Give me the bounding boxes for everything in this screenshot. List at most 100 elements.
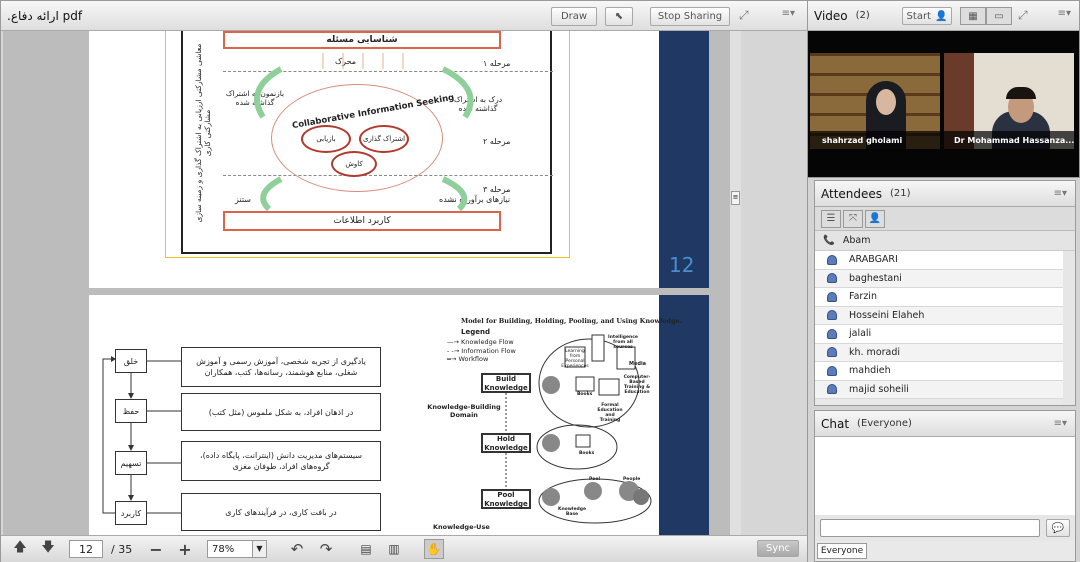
video-pod: Video (2) Start 👤 ▦ ▭ ⤢ ≡▾ shahrzad ghola… — [807, 0, 1080, 178]
list-item[interactable]: jalali — [815, 325, 1063, 344]
slide-side-stripe — [659, 31, 709, 288]
chat-input[interactable] — [820, 519, 1040, 537]
video-tile[interactable]: Dr Mohammad Hassanza... — [944, 53, 1074, 149]
video-header: Video (2) Start 👤 ▦ ▭ ⤢ ≡▾ — [808, 1, 1079, 31]
attendee-scrollbar-thumb[interactable]: ≡ — [1064, 341, 1074, 355]
pointer-icon: ⬉ — [614, 11, 624, 22]
single-page-icon[interactable]: ▤ — [357, 540, 375, 558]
list-item[interactable]: ARABGARI — [815, 251, 1063, 270]
green-arrows — [254, 53, 474, 212]
stop-sharing-button[interactable]: Stop Sharing — [650, 7, 730, 26]
pod-menu-icon[interactable]: ≡▾ — [782, 8, 795, 19]
speech-bubble-icon: 💬 — [1051, 522, 1065, 534]
fullscreen-icon[interactable]: ⤢ — [1018, 8, 1028, 23]
list-item[interactable]: kh. moradi — [815, 343, 1063, 362]
chat-tab[interactable]: Everyone — [817, 543, 867, 559]
source-label: Learning from Personal Experiences — [561, 349, 589, 369]
start-webcam-button[interactable]: Start 👤 — [902, 7, 952, 25]
source-label: Books — [577, 392, 593, 397]
send-message-button[interactable]: 💬 — [1046, 519, 1070, 537]
video-caption: shahrzad gholami — [810, 131, 940, 149]
video-area: shahrzad gholami Dr Mohammad Hassanza... — [808, 31, 1079, 177]
attendee-list: ARABGARI baghestani Farzin Hosseini Elah… — [815, 251, 1075, 405]
attendees-title: Attendees — [821, 186, 883, 201]
source-label: Formal Education and Training — [597, 403, 623, 423]
attendees-toolbar: ☰ ⤧ 👤 — [815, 207, 1075, 231]
person-icon — [827, 273, 837, 284]
video-title: Video — [814, 8, 848, 23]
pointer-tool-button[interactable]: ⬉ — [605, 7, 633, 26]
file-name: .ارائه دفاع pdf — [7, 8, 83, 23]
fullscreen-icon[interactable]: ⤢ — [739, 8, 749, 23]
source-label: Books — [579, 451, 595, 456]
chat-messages — [815, 437, 1075, 515]
page-total: / 35 — [111, 543, 133, 556]
list-item[interactable]: Farzin — [815, 288, 1063, 307]
pod-menu-icon[interactable]: ≡▾ — [1054, 418, 1067, 429]
slide-page-number: 12 — [669, 253, 695, 277]
source-label: Media — [629, 361, 647, 367]
person-icon — [827, 328, 837, 339]
phone-icon: 📞 — [823, 235, 835, 246]
document-scrollbar[interactable]: ≡ — [729, 31, 741, 535]
zoom-out-icon[interactable]: − — [147, 540, 165, 559]
draw-button[interactable]: Draw — [551, 7, 597, 26]
hand-tool-icon[interactable]: ✋ — [424, 539, 444, 559]
pod-menu-icon[interactable]: ≡▾ — [1054, 188, 1067, 199]
status-view-icon[interactable]: ⤧ — [843, 209, 863, 228]
role-view-icon[interactable]: 👤 — [865, 209, 885, 228]
attendees-count: (21) — [890, 188, 911, 199]
list-item[interactable]: Hosseini Elaheh — [815, 306, 1063, 325]
video-tile[interactable]: shahrzad gholami — [810, 53, 940, 149]
source-label: Knowledge Base — [557, 507, 587, 517]
list-item[interactable]: mahdieh — [815, 362, 1063, 381]
chat-scope: (Everyone) — [857, 418, 912, 429]
list-item[interactable]: majid soheili — [815, 380, 1063, 399]
next-page-icon[interactable]: 🡇 — [39, 540, 57, 558]
grid-view-icon[interactable]: ▦ — [960, 7, 986, 25]
person-icon — [827, 291, 837, 302]
chat-header: Chat (Everyone) ≡▾ — [815, 411, 1075, 437]
document-viewport: شناسایی مسئله کاربرد اطلاعات محرک مرحله … — [3, 31, 741, 535]
share-pod: .ارائه دفاع pdf Draw ⬉ Stop Sharing ⤢ ≡▾… — [0, 0, 808, 562]
source-label: People — [623, 477, 641, 482]
scroll-thumb[interactable]: ≡ — [731, 191, 740, 205]
list-item[interactable]: baghestani — [815, 269, 1063, 288]
attendees-header: Attendees (21) ≡▾ — [815, 181, 1075, 207]
rotate-left-icon[interactable]: ↶ — [288, 540, 306, 558]
slide-page-12: شناسایی مسئله کاربرد اطلاعات محرک مرحله … — [89, 31, 709, 288]
rotate-right-icon[interactable]: ↷ — [317, 540, 335, 558]
person-icon: 👤 — [934, 10, 948, 22]
chat-input-row: 💬 — [815, 515, 1075, 541]
page-number-input[interactable]: 12 — [69, 540, 103, 558]
zoom-select[interactable]: 78% ▼ — [207, 540, 267, 558]
pod-menu-icon[interactable]: ≡▾ — [1058, 8, 1071, 19]
chat-pod: Chat (Everyone) ≡▾ 💬 Everyone — [814, 410, 1076, 562]
slide-frame: شناسایی مسئله کاربرد اطلاعات محرک مرحله … — [165, 31, 570, 258]
filmstrip-view-icon[interactable]: ▭ — [986, 7, 1012, 25]
source-label: Computer-Based Training & Education — [623, 375, 651, 395]
face — [876, 89, 896, 115]
person-icon — [827, 254, 837, 265]
video-caption: Dr Mohammad Hassanza... — [944, 131, 1074, 149]
chevron-down-icon[interactable]: ▼ — [252, 541, 266, 557]
list-view-icon[interactable]: ☰ — [821, 209, 841, 228]
hair — [1006, 87, 1036, 99]
person-icon — [827, 347, 837, 358]
bottom-toolbar: 🡅 🡇 12 / 35 − + 78% ▼ ↶ ↷ ▤ ▥ ✋ Sync — [1, 535, 807, 562]
zoom-in-icon[interactable]: + — [176, 540, 194, 559]
host-row[interactable]: 📞 Abam — [815, 231, 1075, 251]
previous-page-icon[interactable]: 🡅 — [11, 540, 29, 558]
multi-page-icon[interactable]: ▥ — [385, 540, 403, 558]
video-count: (2) — [855, 10, 870, 21]
sync-button[interactable]: Sync — [757, 540, 799, 557]
person-icon — [827, 310, 837, 321]
source-label: Intelligence from all sources — [608, 335, 638, 350]
person-icon — [827, 365, 837, 376]
slide-page-13: Model for Building, Holding, Pooling, an… — [89, 295, 709, 535]
share-header: .ارائه دفاع pdf Draw ⬉ Stop Sharing ⤢ ≡▾ — [1, 1, 807, 31]
source-label: Pool — [589, 477, 601, 482]
chat-title: Chat — [821, 416, 850, 431]
attendees-pod: Attendees (21) ≡▾ ☰ ⤧ 👤 📞 Abam ARABGARI … — [814, 180, 1076, 406]
person-icon — [827, 384, 837, 395]
